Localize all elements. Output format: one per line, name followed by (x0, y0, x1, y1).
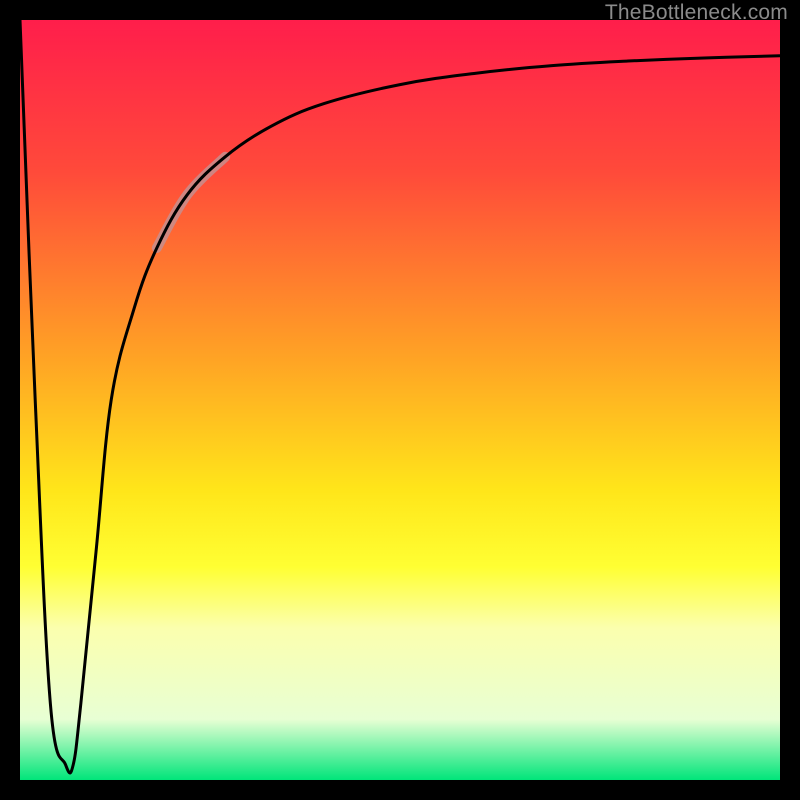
curve-layer (20, 20, 780, 780)
curve-highlight-segment (157, 157, 225, 248)
bottleneck-curve (20, 20, 780, 773)
plot-area (20, 20, 780, 780)
chart-frame: TheBottleneck.com (0, 0, 800, 800)
